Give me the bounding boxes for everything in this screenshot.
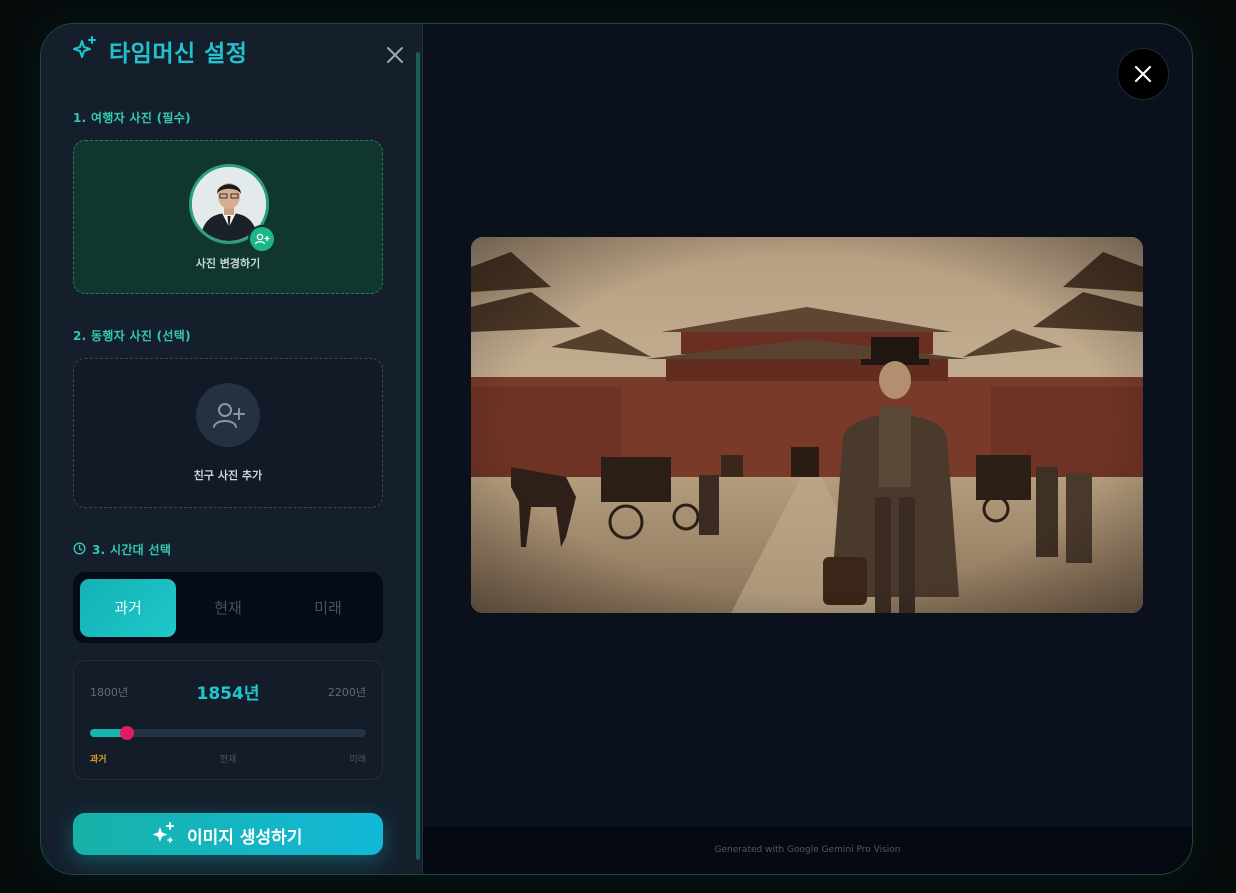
user-plus-icon[interactable]: [248, 225, 276, 253]
image-viewer: Generated with Google Gemini Pro Vision: [423, 24, 1192, 874]
year-slider-thumb[interactable]: [120, 726, 135, 740]
sparkles-icon: [152, 822, 174, 843]
traveler-photo-upload[interactable]: 사진 변경하기: [73, 140, 383, 294]
clock-icon: [73, 542, 86, 555]
year-max-label: 2200년: [327, 686, 366, 699]
tick-future: 미래: [349, 755, 366, 765]
time-machine-modal: 타임머신 설정 1. 여행자 사진 (필수) 사진 변경하기 2. 동행자 사진…: [40, 23, 1193, 875]
panel-header: 타임머신 설정: [73, 32, 403, 67]
traveler-section-label: 1. 여행자 사진 (필수): [73, 111, 191, 125]
generate-image-button[interactable]: 이미지 생성하기: [73, 813, 383, 855]
add-friend-icon-circle: [196, 383, 260, 447]
sparkles-icon: [73, 36, 96, 58]
tab-future[interactable]: 미래: [280, 579, 376, 637]
viewer-footer: Generated with Google Gemini Pro Vision: [423, 827, 1192, 874]
user-plus-icon: [213, 403, 245, 428]
generated-image: [471, 237, 1143, 613]
change-photo-label: 사진 변경하기: [195, 257, 261, 270]
era-section-label: 3. 시간대 선택: [92, 543, 172, 557]
companion-section-label: 2. 동행자 사진 (선택): [73, 329, 191, 343]
page-title: 타임머신 설정: [109, 41, 248, 67]
generate-button-label: 이미지 생성하기: [187, 828, 303, 848]
close-icon[interactable]: [382, 42, 408, 68]
companion-photo-upload[interactable]: 친구 사진 추가: [73, 358, 383, 508]
panel-scrollbar[interactable]: [416, 52, 420, 860]
viewer-close-button[interactable]: [1117, 48, 1169, 100]
settings-panel: 타임머신 설정 1. 여행자 사진 (필수) 사진 변경하기 2. 동행자 사진…: [41, 24, 423, 874]
era-selector: 과거 현재 미래: [73, 572, 383, 643]
tab-present[interactable]: 현재: [180, 579, 276, 637]
add-friend-label: 친구 사진 추가: [193, 469, 263, 482]
year-slider-card: 1800년 1854년 2200년 과거 현재 미래: [73, 660, 383, 780]
year-slider[interactable]: [90, 726, 366, 740]
tick-present: 현재: [219, 755, 237, 765]
tab-past[interactable]: 과거: [80, 579, 176, 637]
close-icon: [1134, 65, 1152, 83]
